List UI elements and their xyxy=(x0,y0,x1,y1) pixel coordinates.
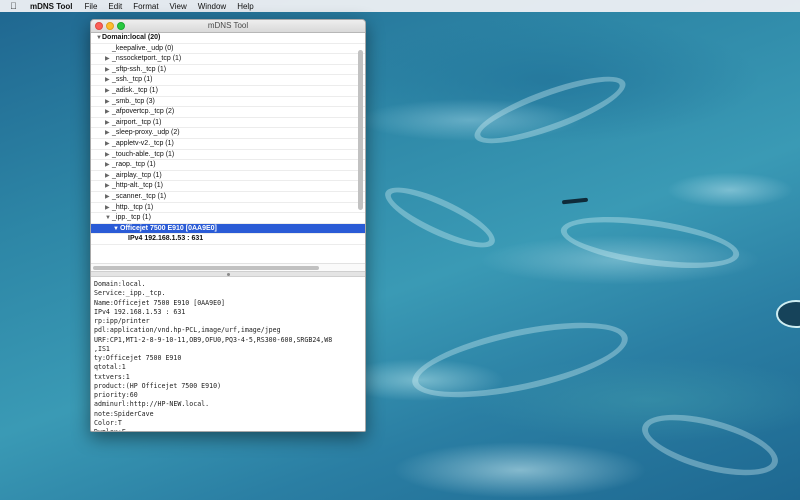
menu-file[interactable]: File xyxy=(85,2,98,11)
disclosure-triangle-right-icon[interactable]: ▶ xyxy=(105,203,110,214)
disclosure-triangle-down-icon[interactable]: ▼ xyxy=(113,224,119,235)
detail-line: Color:T xyxy=(94,418,122,427)
window-title: mDNS Tool xyxy=(207,21,249,30)
tree-row-label: _sftp-ssh._tcp (1) xyxy=(112,65,167,73)
record-detail-pane[interactable]: Domain:local. Service:_ipp._tcp. Name:Offi… xyxy=(91,277,365,431)
tree-item-service[interactable]: ▶ _nssocketport._tcp (1) xyxy=(91,54,365,65)
menu-app-name[interactable]: mDNS Tool xyxy=(30,2,73,11)
tree-row-label: _airplay._tcp (1) xyxy=(112,171,162,179)
tree-row-label: _sleep-proxy._udp (2) xyxy=(112,129,180,137)
detail-line: Name:Officejet 7500 E910 [0AA9E0] xyxy=(94,298,226,307)
detail-line: Duplex:F xyxy=(94,428,365,431)
tree-row-label: _http-alt._tcp (1) xyxy=(112,182,163,190)
detail-line: priority:60 xyxy=(94,391,138,399)
disclosure-triangle-right-icon[interactable]: ▶ xyxy=(105,75,110,86)
tree-row-label: _ssh._tcp (1) xyxy=(112,76,153,84)
mdns-tool-window: mDNS Tool ▼ Domain:local (20) _keepalive._… xyxy=(90,19,366,432)
disclosure-triangle-right-icon[interactable]: ▶ xyxy=(105,160,110,171)
tree-item-service[interactable]: ▶ _afpovertcp._tcp (2) xyxy=(91,107,365,118)
menu-format[interactable]: Format xyxy=(133,2,158,11)
detail-line: note:SpiderCave xyxy=(94,409,154,418)
tree-row-label: _ipp._tcp (1) xyxy=(112,214,151,222)
disclosure-triangle-right-icon[interactable]: ▶ xyxy=(105,150,110,161)
detail-line: txtvers:1 xyxy=(94,372,130,381)
detail-line: adminurl:http://HP-NEW.local. xyxy=(94,400,210,409)
tree-row-label: _nssocketport._tcp (1) xyxy=(112,55,182,63)
tree-root-domain[interactable]: ▼ Domain:local (20) xyxy=(91,33,365,44)
detail-line: IPv4 192.168.1.53 : 631 xyxy=(94,307,186,316)
tree-row-label: Officejet 7500 E910 [0AA9E0] xyxy=(120,224,217,232)
detail-line: Domain:local. xyxy=(94,280,146,288)
tree-item-service[interactable]: ▶ _adisk._tcp (1) xyxy=(91,86,365,97)
menu-window[interactable]: Window xyxy=(198,2,226,11)
tree-item-service[interactable]: ▶ _http._tcp (1) xyxy=(91,203,365,214)
tree-item-address[interactable]: IPv4 192.168.1.53 : 631 xyxy=(91,234,365,245)
tree-item-service[interactable]: ▶ _appletv-v2._tcp (1) xyxy=(91,139,365,150)
tree-item-service[interactable]: ▶ _http-alt._tcp (1) xyxy=(91,181,365,192)
detail-line: ,IS1 xyxy=(94,344,110,353)
disclosure-triangle-down-icon[interactable]: ▼ xyxy=(105,213,111,224)
disclosure-triangle-right-icon[interactable]: ▶ xyxy=(105,181,110,192)
tree-item-service[interactable]: ▶ _smb._tcp (3) xyxy=(91,97,365,108)
tree-row-label: _scanner._tcp (1) xyxy=(112,192,167,200)
detail-line: ty:Officejet 7500 E910 xyxy=(94,354,182,362)
tree-row-label: _appletv-v2._tcp (1) xyxy=(112,139,174,147)
island xyxy=(776,300,800,328)
tree-item-service[interactable]: ▶ _airport._tcp (1) xyxy=(91,118,365,129)
tree-row-label: _airport._tcp (1) xyxy=(112,118,162,126)
tree-item-service[interactable]: ▶ _scanner._tcp (1) xyxy=(91,192,365,203)
menu-edit[interactable]: Edit xyxy=(108,2,122,11)
disclosure-triangle-right-icon[interactable]: ▶ xyxy=(105,171,110,182)
disclosure-triangle-right-icon[interactable]: ▶ xyxy=(105,118,110,129)
disclosure-triangle-right-icon[interactable]: ▶ xyxy=(105,128,110,139)
detail-line: rp:ipp/printer xyxy=(94,317,150,325)
tree-row-label: _raop._tcp (1) xyxy=(112,161,156,169)
tree-item-service[interactable]: ▶ _sleep-proxy._udp (2) xyxy=(91,128,365,139)
detail-line: pdl:application/vnd.hp-PCL,image/urf,ima… xyxy=(94,326,281,335)
tree-row-label: _adisk._tcp (1) xyxy=(112,86,158,94)
tree-item-service[interactable]: ▼ _ipp._tcp (1) xyxy=(91,213,365,224)
disclosure-triangle-right-icon[interactable]: ▶ xyxy=(105,192,110,203)
tree-row-label: _smb._tcp (3) xyxy=(112,97,155,105)
disclosure-triangle-right-icon[interactable]: ▶ xyxy=(105,65,110,76)
tree-item-selected-printer[interactable]: ▼ Officejet 7500 E910 [0AA9E0] xyxy=(91,223,365,235)
tree-row-label: _afpovertcp._tcp (2) xyxy=(112,108,175,116)
disclosure-triangle-right-icon[interactable]: ▶ xyxy=(105,107,110,118)
tree-row-label: _keepalive._udp (0) xyxy=(112,44,174,52)
menu-bar:  mDNS Tool File Edit Format View Window… xyxy=(0,0,800,12)
tree-item-service[interactable]: ▶ _raop._tcp (1) xyxy=(91,160,365,171)
detail-line: product:(HP Officejet 7500 E910) xyxy=(94,381,222,390)
tree-row-label: _touch-able._tcp (1) xyxy=(112,150,175,158)
tree-row-label: Domain:local (20) xyxy=(102,34,161,41)
detail-line: Service:_ipp._tcp. xyxy=(94,289,166,298)
tree-horizontal-scrollbar[interactable] xyxy=(93,266,319,270)
tree-row-label: _http._tcp (1) xyxy=(112,203,154,211)
window-titlebar[interactable]: mDNS Tool xyxy=(91,20,365,33)
splitter-grip-icon xyxy=(227,273,230,276)
tree-item-service[interactable]: ▶ _airplay._tcp (1) xyxy=(91,171,365,182)
menu-help[interactable]: Help xyxy=(237,2,253,11)
tree-row-label: IPv4 192.168.1.53 : 631 xyxy=(128,235,204,243)
disclosure-triangle-right-icon[interactable]: ▶ xyxy=(105,54,110,65)
tree-item-service[interactable]: ▶ _sftp-ssh._tcp (1) xyxy=(91,65,365,76)
disclosure-triangle-right-icon[interactable]: ▶ xyxy=(105,97,110,108)
tree-item-service[interactable]: ▶ _ssh._tcp (1) xyxy=(91,75,365,86)
detail-line: qtotal:1 xyxy=(94,363,126,372)
service-tree: ▼ Domain:local (20) _keepalive._udp (0) ▶ _n… xyxy=(91,33,365,263)
apple-menu-icon[interactable]:  xyxy=(10,1,30,11)
disclosure-triangle-right-icon[interactable]: ▶ xyxy=(105,86,110,97)
tree-item-service[interactable]: ▶ _touch-able._tcp (1) xyxy=(91,150,365,161)
tree-horizontal-scroll-track xyxy=(91,263,365,271)
disclosure-triangle-right-icon[interactable]: ▶ xyxy=(105,139,110,150)
detail-line: URF:CP1,MT1-2-8-9-10-11,OB9,OFU0,PQ3-4-5… xyxy=(94,335,333,344)
tree-vertical-scrollbar[interactable] xyxy=(358,50,363,210)
boat-speck xyxy=(561,197,589,205)
tree-item-service[interactable]: _keepalive._udp (0) xyxy=(91,44,365,55)
menu-view[interactable]: View xyxy=(170,2,187,11)
